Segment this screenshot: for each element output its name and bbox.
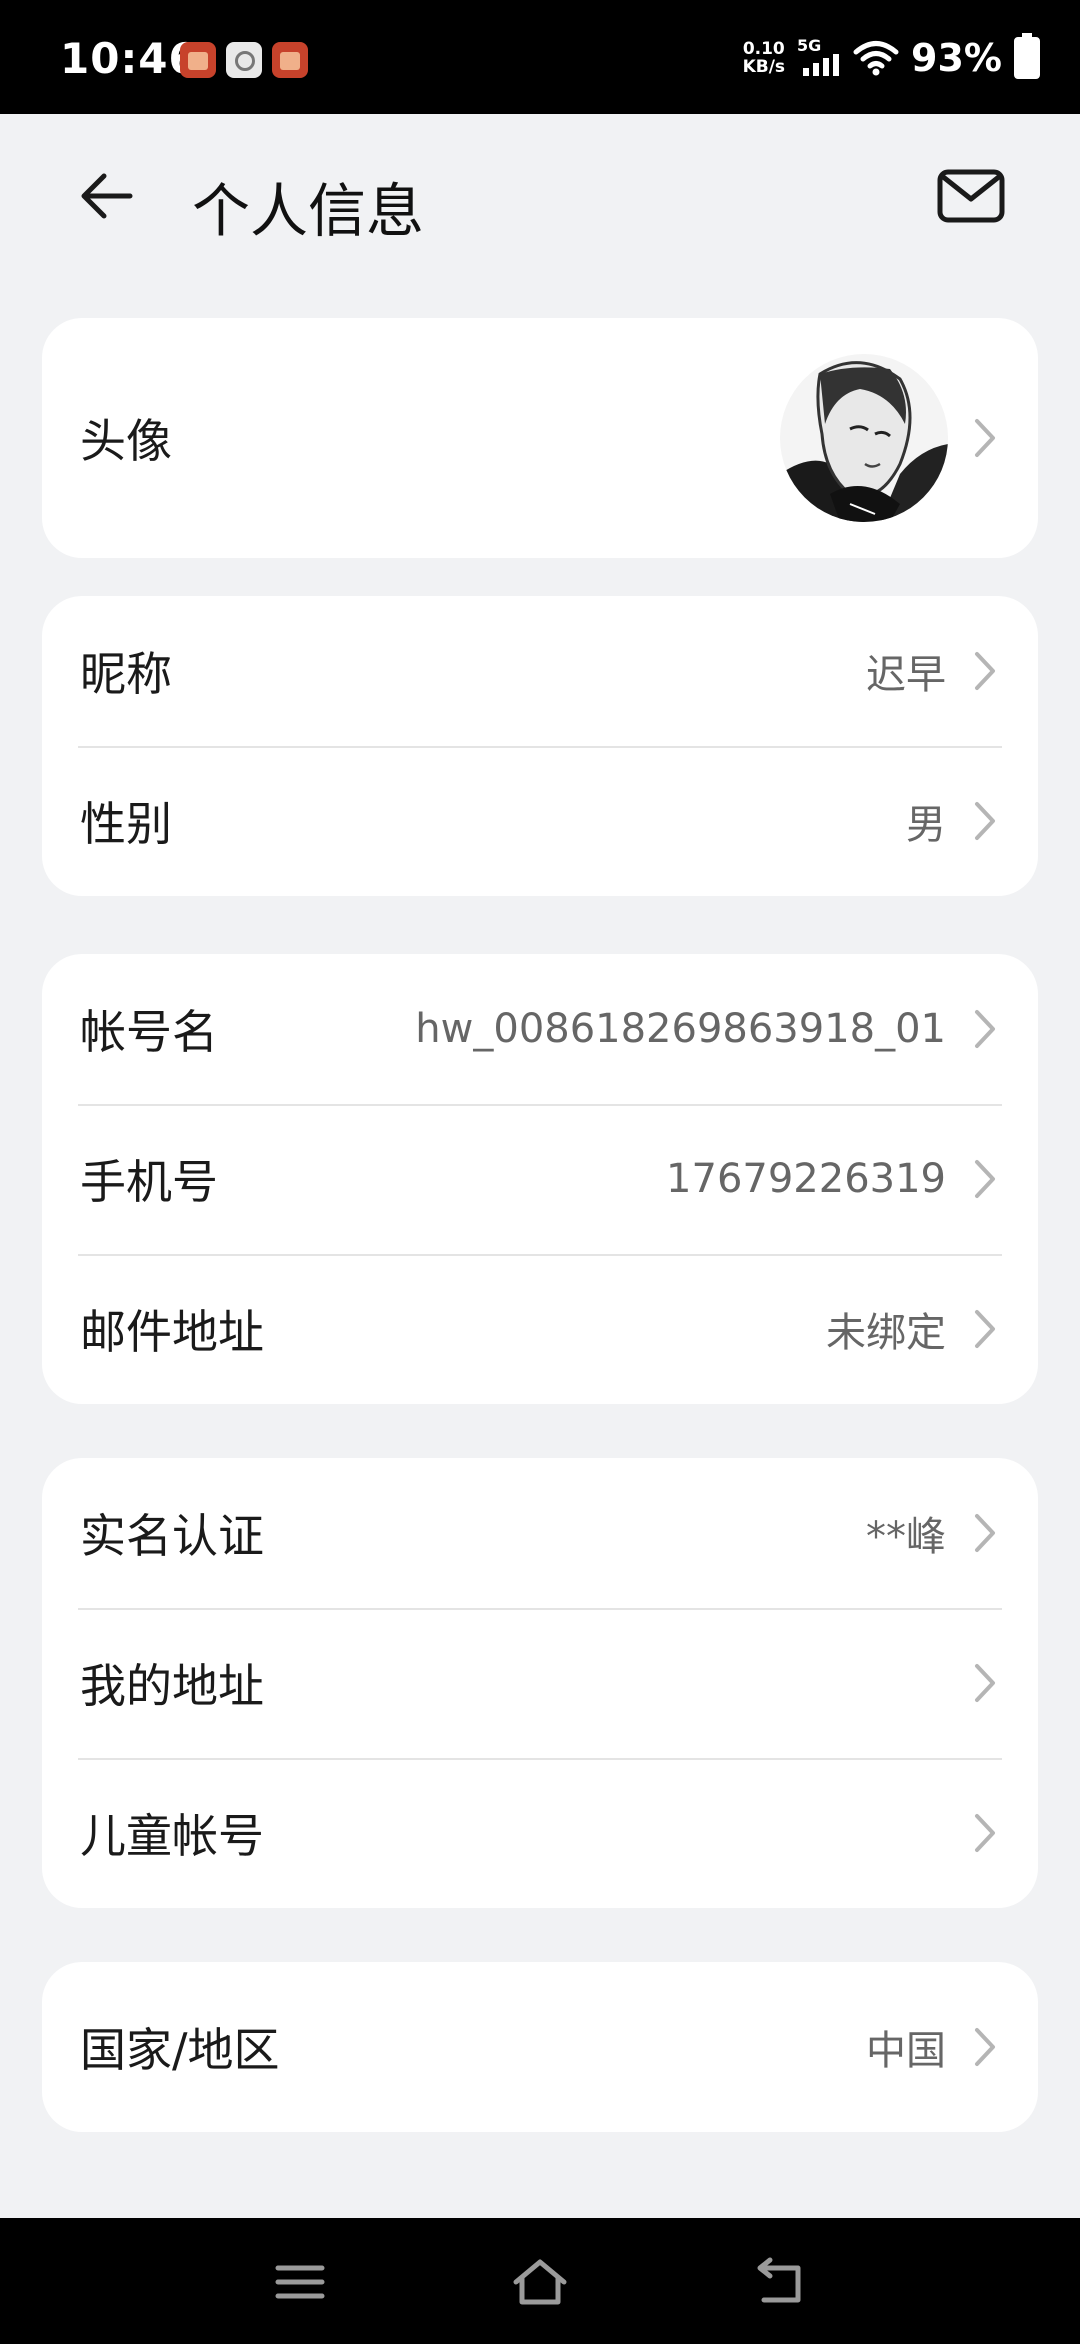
status-time: 10:46 xyxy=(60,34,199,83)
row-avatar[interactable]: 头像 xyxy=(42,318,1038,558)
row-real-name[interactable]: 实名认证 **峰 xyxy=(42,1458,1038,1608)
row-label: 实名认证 xyxy=(80,1509,264,1563)
row-nickname[interactable]: 昵称 迟早 xyxy=(42,596,1038,746)
row-country-region[interactable]: 国家/地区 中国 xyxy=(42,1962,1038,2132)
row-value: 17679226319 xyxy=(666,1156,946,1202)
back-icon[interactable] xyxy=(750,2254,810,2310)
arrow-left-icon[interactable] xyxy=(76,166,136,226)
wifi-icon xyxy=(853,41,899,76)
row-label: 头像 xyxy=(80,414,172,468)
chevron-right-icon xyxy=(975,1010,995,1048)
cellular-signal-icon: 5G xyxy=(797,38,841,78)
row-value: **峰 xyxy=(866,1514,946,1560)
row-label: 邮件地址 xyxy=(80,1305,264,1359)
row-email[interactable]: 邮件地址 未绑定 xyxy=(42,1254,1038,1404)
chevron-right-icon xyxy=(975,802,995,840)
page-header: 个人信息 xyxy=(0,114,1080,284)
row-label: 昵称 xyxy=(80,647,172,701)
row-label: 我的地址 xyxy=(80,1659,264,1713)
row-value: 未绑定 xyxy=(826,1310,946,1356)
avatar xyxy=(780,354,948,522)
row-value: 男 xyxy=(906,802,946,848)
row-value: 中国 xyxy=(866,2028,946,2074)
envelope-icon[interactable] xyxy=(936,166,1006,226)
row-label: 儿童帐号 xyxy=(80,1809,264,1863)
row-gender[interactable]: 性别 男 xyxy=(42,746,1038,896)
row-label: 国家/地区 xyxy=(80,2023,280,2077)
status-bar: 10:46 0.10 KB/s 5G 93% xyxy=(0,0,1080,114)
row-label: 帐号名 xyxy=(80,1005,218,1059)
home-icon[interactable] xyxy=(510,2254,570,2310)
battery-icon xyxy=(1014,33,1040,79)
basic-info-card: 昵称 迟早 性别 男 xyxy=(42,596,1038,896)
network-speed: 0.10 KB/s xyxy=(742,39,786,77)
settings-notification-icon xyxy=(226,42,262,78)
app-notification-icon xyxy=(272,42,308,78)
identity-card: 实名认证 **峰 我的地址 儿童帐号 xyxy=(42,1458,1038,1908)
menu-icon[interactable] xyxy=(270,2254,330,2310)
page-title: 个人信息 xyxy=(192,177,425,245)
row-phone[interactable]: 手机号 17679226319 xyxy=(42,1104,1038,1254)
app-notification-icon xyxy=(180,42,216,78)
battery-percent: 93% xyxy=(911,36,1002,80)
system-nav-bar xyxy=(0,2218,1080,2344)
row-value: 迟早 xyxy=(866,652,946,698)
row-account-name[interactable]: 帐号名 hw_008618269863918_01 xyxy=(42,954,1038,1104)
avatar-card: 头像 xyxy=(42,318,1038,558)
row-label: 性别 xyxy=(80,797,172,851)
chevron-right-icon xyxy=(975,1310,995,1348)
row-value: hw_008618269863918_01 xyxy=(415,1006,946,1052)
chevron-right-icon xyxy=(975,2028,995,2066)
chevron-right-icon xyxy=(975,652,995,690)
row-my-address[interactable]: 我的地址 xyxy=(42,1608,1038,1758)
row-child-account[interactable]: 儿童帐号 xyxy=(42,1758,1038,1908)
status-indicators: 0.10 KB/s 5G 93% xyxy=(742,33,1040,80)
chevron-right-icon xyxy=(975,1514,995,1552)
chevron-right-icon xyxy=(975,1814,995,1852)
notification-icons xyxy=(180,42,308,78)
row-label: 手机号 xyxy=(80,1155,218,1209)
chevron-right-icon xyxy=(975,1664,995,1702)
account-card: 帐号名 hw_008618269863918_01 手机号 1767922631… xyxy=(42,954,1038,1404)
chevron-right-icon xyxy=(975,1160,995,1198)
chevron-right-icon xyxy=(975,419,995,457)
region-card: 国家/地区 中国 xyxy=(42,1962,1038,2132)
